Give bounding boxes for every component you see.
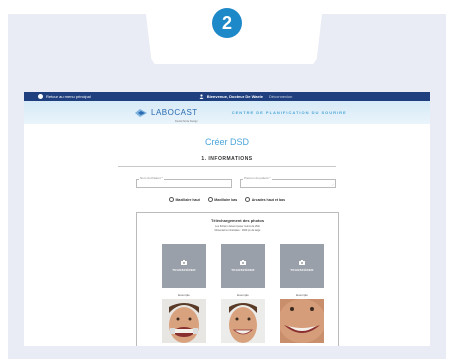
logo: LABOCAST Dental Smile Design — [134, 102, 198, 123]
example-row: Exemple Exemple Exemple — [162, 293, 324, 343]
step-badge: 2 — [212, 8, 242, 38]
top-nav-bar: Retour au menu principal Bienvenue, Doct… — [24, 92, 430, 101]
user-welcome: Bienvenue, Docteur De Waele — [199, 94, 263, 99]
section-title: 1. INFORMATIONS — [201, 156, 253, 162]
brand-bar: LABOCAST Dental Smile Design CENTRE DE P… — [24, 101, 430, 124]
radio-circle-icon — [168, 197, 174, 202]
camera-icon — [299, 260, 305, 265]
patient-fields: Nom du Patient * Prénom du patient * ⟋ — [136, 176, 336, 188]
radio-label: Maxillaire haut — [175, 197, 200, 202]
logout-link[interactable]: Déconnexion — [269, 94, 292, 99]
upload-button-3[interactable]: TRANSFÉRER — [280, 244, 324, 288]
example-label: Exemple — [237, 293, 249, 297]
patient-firstname-label: Prénom du patient * — [243, 176, 272, 180]
resize-handle-icon[interactable]: ⟋ — [332, 183, 334, 187]
radio-maxillaire-haut[interactable]: Maxillaire haut — [168, 197, 200, 202]
page-title: Créer DSD — [204, 137, 249, 147]
welcome-label: Bienvenue, Docteur De Waele — [206, 94, 264, 99]
browser-screenshot: Retour au menu principal Bienvenue, Doct… — [24, 92, 430, 346]
radio-maxillaire-bas[interactable]: Maxillaire bas — [207, 197, 238, 202]
example-2: Exemple — [221, 293, 265, 343]
logo-mark-icon — [135, 108, 147, 117]
upload-button-1[interactable]: TRANSFÉRER — [162, 244, 206, 288]
example-label: Exemple — [178, 293, 190, 297]
camera-icon — [181, 260, 187, 265]
upload-button-2[interactable]: TRANSFÉRER — [221, 244, 265, 288]
upload-label: TRANSFÉRER — [290, 268, 314, 272]
camera-icon — [240, 260, 246, 265]
photos-legend: Téléchargement des photos — [208, 218, 267, 223]
example-photo-smile-retracted — [162, 299, 206, 343]
back-link[interactable]: Retour au menu principal — [38, 94, 91, 99]
logo-text: LABOCAST — [151, 108, 198, 117]
upload-label: TRANSFÉRER — [231, 268, 255, 272]
patient-name-label: Nom du Patient * — [139, 176, 164, 180]
example-label: Exemple — [296, 293, 308, 297]
radio-circle-icon — [245, 197, 251, 202]
back-label: Retour au menu principal — [46, 94, 91, 99]
upload-row: TRANSFÉRER TRANSFÉRER TRANSFÉRER — [162, 244, 324, 288]
photo-upload-fieldset: Téléchargement des photos Les fichiers d… — [136, 212, 339, 346]
example-photo-closeup — [280, 299, 324, 343]
section-divider — [118, 166, 336, 167]
radio-label: Maxillaire bas — [214, 197, 238, 202]
arch-radio-group: Maxillaire haut Maxillaire bas Arcades h… — [24, 197, 430, 202]
upload-label: TRANSFÉRER — [172, 268, 196, 272]
logo-subtext: Dental Smile Design — [175, 120, 198, 123]
centre-label: CENTRE DE PLANIFICATION DU SOURIRE — [231, 110, 347, 115]
radio-arcades[interactable]: Arcades haut et bas — [245, 197, 285, 202]
example-1: Exemple — [162, 293, 206, 343]
example-3: Exemple — [280, 293, 324, 343]
patient-name-input[interactable]: Nom du Patient * — [136, 176, 232, 188]
radio-circle-icon — [207, 197, 213, 202]
dimension-note: Dimensions minimales : 1920 px de large — [214, 229, 261, 232]
radio-label: Arcades haut et bas — [251, 197, 286, 202]
example-photo-smile — [221, 299, 265, 343]
back-circle-icon — [38, 94, 43, 99]
user-icon — [199, 94, 204, 99]
patient-firstname-input[interactable]: Prénom du patient * ⟋ — [240, 176, 336, 188]
